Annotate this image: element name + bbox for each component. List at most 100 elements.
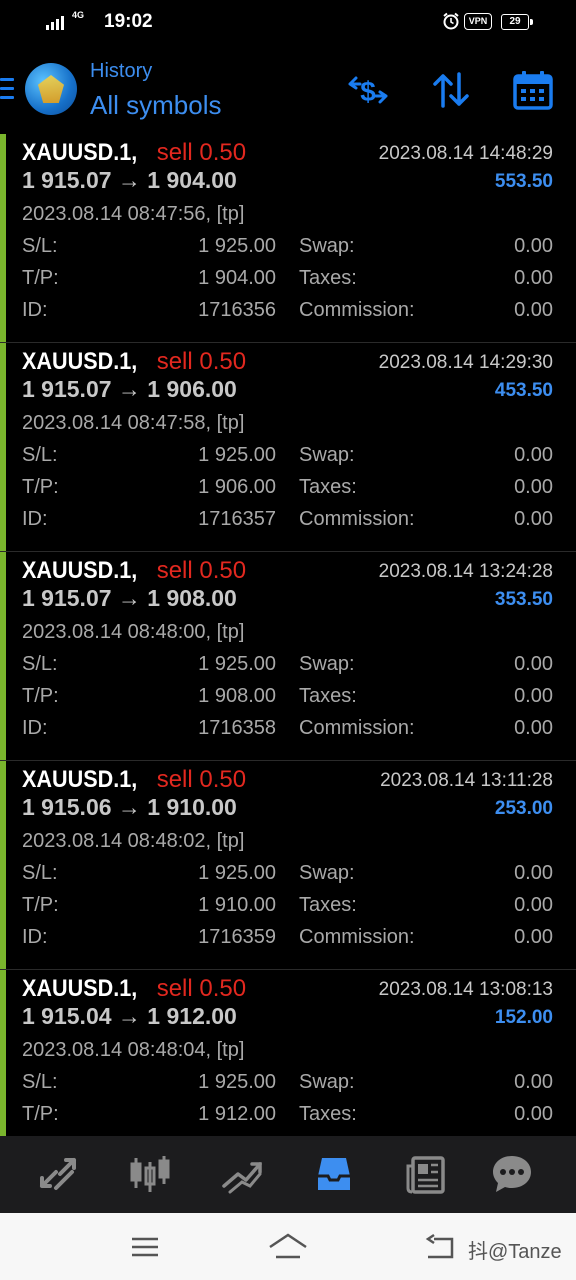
commission-value: 0.00 xyxy=(514,508,553,530)
profit-indicator-bar xyxy=(0,970,6,1136)
deal-side: sell 0.50 xyxy=(156,557,247,584)
profit-value: 453.50 xyxy=(494,380,553,401)
swap-value: 0.00 xyxy=(514,1071,553,1093)
commission-value: 0.00 xyxy=(514,717,553,739)
sort-icon[interactable] xyxy=(429,68,473,112)
close-time: 2023.08.14 14:29:30 xyxy=(378,352,553,373)
close-time: 2023.08.14 14:48:29 xyxy=(378,143,553,164)
sl-value: 1 925.00 xyxy=(198,444,276,466)
id-label: ID: xyxy=(22,299,48,321)
network-type: 4G xyxy=(72,10,85,20)
commission-value: 0.00 xyxy=(514,299,553,321)
sl-label: S/L: xyxy=(22,862,58,884)
tp-label: T/P: xyxy=(22,685,59,707)
price-range: 1 915.07 → 1 908.00 xyxy=(22,585,237,611)
profit-indicator-bar xyxy=(0,343,6,551)
deal-item[interactable]: XAUUSD.1, sell 0.50 2023.08.14 13:08:13 … xyxy=(0,970,576,1136)
tp-label: T/P: xyxy=(22,1103,59,1125)
close-time: 2023.08.14 13:08:13 xyxy=(378,979,553,1000)
detail-row: S/L: 1 925.00 Swap: 0.00 xyxy=(22,235,553,263)
page-title: History xyxy=(90,60,153,82)
open-time: 2023.08.14 08:47:58, [tp] xyxy=(22,412,245,434)
detail-row: ID: 1716358 Commission: 0.00 xyxy=(22,717,553,745)
taxes-value: 0.00 xyxy=(514,476,553,498)
deal-symbol: XAUUSD.1, xyxy=(22,766,138,793)
profit-value: 152.00 xyxy=(494,1007,553,1028)
home-icon[interactable] xyxy=(268,1231,308,1263)
trade-trend-icon[interactable] xyxy=(220,1152,264,1196)
profit-value: 553.50 xyxy=(494,171,553,192)
deal-item[interactable]: XAUUSD.1, sell 0.50 2023.08.14 13:11:28 … xyxy=(0,761,576,970)
system-nav-bar: 抖@Tanze xyxy=(0,1213,576,1280)
swap-value: 0.00 xyxy=(514,444,553,466)
taxes-label: Taxes: xyxy=(299,894,357,916)
detail-row: ID: 1716359 Commission: 0.00 xyxy=(22,926,553,954)
deal-symbol: XAUUSD.1, xyxy=(22,139,138,166)
price-range: 1 915.07 → 1 906.00 xyxy=(22,376,237,402)
detail-row: T/P: 1 912.00 Taxes: 0.00 xyxy=(22,1103,553,1131)
detail-row: ID: 1716357 Commission: 0.00 xyxy=(22,508,553,536)
vpn-badge: VPN xyxy=(464,13,492,30)
app-logo[interactable] xyxy=(25,63,77,115)
currency-exchange-icon[interactable]: $ xyxy=(346,68,390,112)
candlesticks-chart-icon[interactable] xyxy=(128,1152,172,1196)
commission-label: Commission: xyxy=(299,299,415,321)
detail-row: S/L: 1 925.00 Swap: 0.00 xyxy=(22,653,553,681)
taxes-label: Taxes: xyxy=(299,685,357,707)
open-time: 2023.08.14 08:47:56, [tp] xyxy=(22,203,245,225)
close-time: 2023.08.14 13:11:28 xyxy=(380,770,553,791)
sl-label: S/L: xyxy=(22,1071,58,1093)
taxes-label: Taxes: xyxy=(299,1103,357,1125)
news-icon[interactable] xyxy=(404,1152,448,1196)
sl-label: S/L: xyxy=(22,235,58,257)
tp-label: T/P: xyxy=(22,476,59,498)
back-icon[interactable] xyxy=(424,1231,456,1263)
detail-row: ID: 1716356 Commission: 0.00 xyxy=(22,299,553,327)
swap-label: Swap: xyxy=(299,862,355,884)
calendar-icon[interactable] xyxy=(511,68,555,112)
deal-title: XAUUSD.1, sell 0.50 xyxy=(22,766,246,794)
swap-label: Swap: xyxy=(299,235,355,257)
symbol-filter[interactable]: All symbols xyxy=(90,90,221,121)
id-label: ID: xyxy=(22,508,48,530)
sl-value: 1 925.00 xyxy=(198,1071,276,1093)
deal-title: XAUUSD.1, sell 0.50 xyxy=(22,348,246,376)
deal-symbol: XAUUSD.1, xyxy=(22,975,138,1002)
deal-item[interactable]: XAUUSD.1, sell 0.50 2023.08.14 13:24:28 … xyxy=(0,552,576,761)
open-time: 2023.08.14 08:48:00, [tp] xyxy=(22,621,245,643)
deal-symbol: XAUUSD.1, xyxy=(22,348,138,375)
deal-item[interactable]: XAUUSD.1, sell 0.50 2023.08.14 14:48:29 … xyxy=(0,134,576,343)
sl-value: 1 925.00 xyxy=(198,862,276,884)
taxes-value: 0.00 xyxy=(514,267,553,289)
menu-icon[interactable] xyxy=(0,78,14,100)
detail-row: T/P: 1 908.00 Taxes: 0.00 xyxy=(22,685,553,713)
battery-icon: 29 xyxy=(501,14,533,30)
chat-icon[interactable] xyxy=(490,1152,534,1196)
taxes-value: 0.00 xyxy=(514,894,553,916)
detail-row: T/P: 1 910.00 Taxes: 0.00 xyxy=(22,894,553,922)
commission-value: 0.00 xyxy=(514,926,553,948)
history-list[interactable]: XAUUSD.1, sell 0.50 2023.08.14 14:48:29 … xyxy=(0,134,576,1136)
swap-label: Swap: xyxy=(299,653,355,675)
price-range: 1 915.06 → 1 910.00 xyxy=(22,794,237,820)
taxes-value: 0.00 xyxy=(514,1103,553,1125)
price-range: 1 915.04 → 1 912.00 xyxy=(22,1003,237,1029)
history-inbox-icon[interactable] xyxy=(312,1152,356,1196)
profit-value: 253.00 xyxy=(494,798,553,819)
bottom-nav xyxy=(0,1136,576,1213)
app-header: History All symbols $ xyxy=(0,46,576,134)
deal-side: sell 0.50 xyxy=(156,348,247,375)
quotes-arrows-icon[interactable] xyxy=(36,1152,80,1196)
id-value: 1716359 xyxy=(198,926,276,948)
detail-row: T/P: 1 904.00 Taxes: 0.00 xyxy=(22,267,553,295)
tp-label: T/P: xyxy=(22,894,59,916)
commission-label: Commission: xyxy=(299,926,415,948)
deal-title: XAUUSD.1, sell 0.50 xyxy=(22,975,246,1003)
sl-value: 1 925.00 xyxy=(198,653,276,675)
swap-label: Swap: xyxy=(299,1071,355,1093)
deal-item[interactable]: XAUUSD.1, sell 0.50 2023.08.14 14:29:30 … xyxy=(0,343,576,552)
price-range: 1 915.07 → 1 904.00 xyxy=(22,167,237,193)
recent-apps-icon[interactable] xyxy=(129,1231,161,1263)
id-value: 1716356 xyxy=(198,299,276,321)
id-value: 1716358 xyxy=(198,717,276,739)
